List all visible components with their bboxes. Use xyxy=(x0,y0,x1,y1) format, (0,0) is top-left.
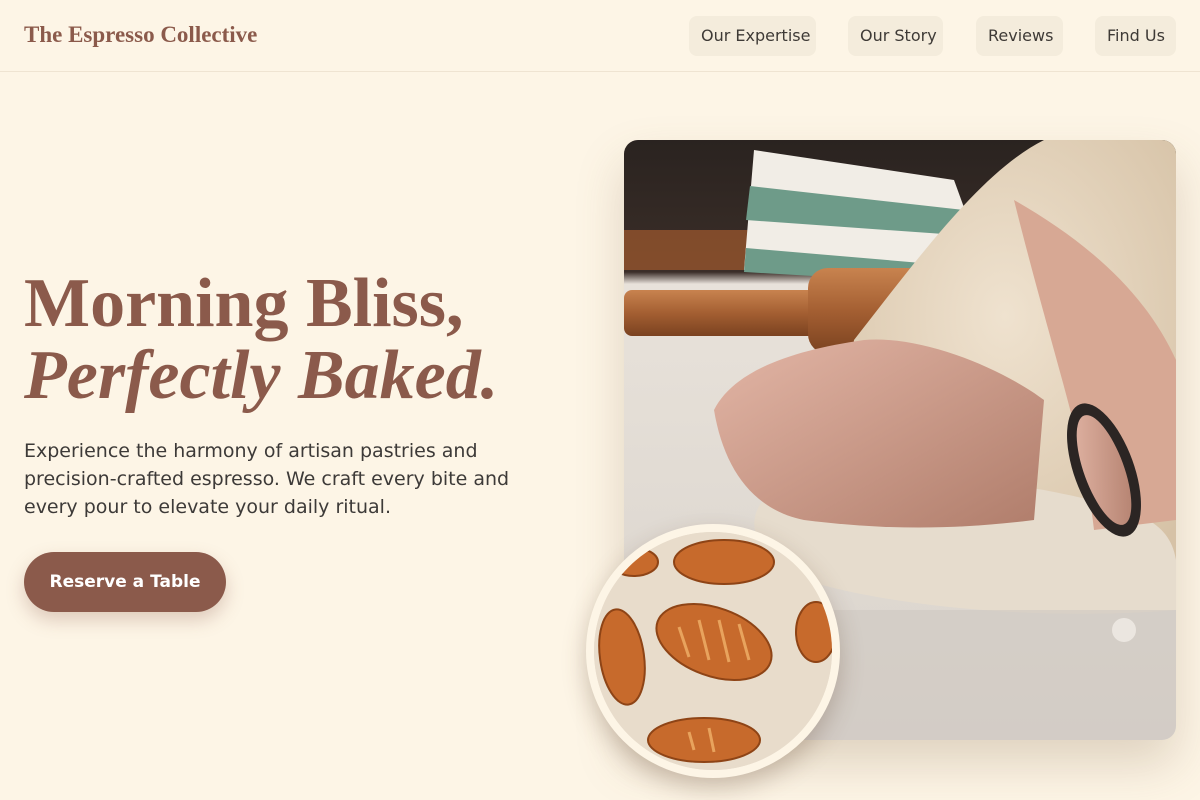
hero-headline: Morning Bliss, Perfectly Baked. xyxy=(24,268,498,412)
brand-logo[interactable]: The Espresso Collective xyxy=(24,22,257,48)
nav-link-reviews[interactable]: Reviews xyxy=(976,16,1063,56)
hero-description: Experience the harmony of artisan pastri… xyxy=(24,440,510,518)
hero-headline-line1: Morning Bliss, xyxy=(24,265,464,342)
site-header: The Espresso Collective Our Expertise Ou… xyxy=(0,0,1200,72)
nav-link-our-expertise[interactable]: Our Expertise xyxy=(689,16,816,56)
croissant-inset-image xyxy=(586,524,840,778)
hero-headline-line2: Perfectly Baked. xyxy=(24,337,499,414)
nav-link-our-story[interactable]: Our Story xyxy=(848,16,943,56)
reserve-table-button[interactable]: Reserve a Table xyxy=(24,552,226,612)
nav-link-find-us[interactable]: Find Us xyxy=(1095,16,1176,56)
